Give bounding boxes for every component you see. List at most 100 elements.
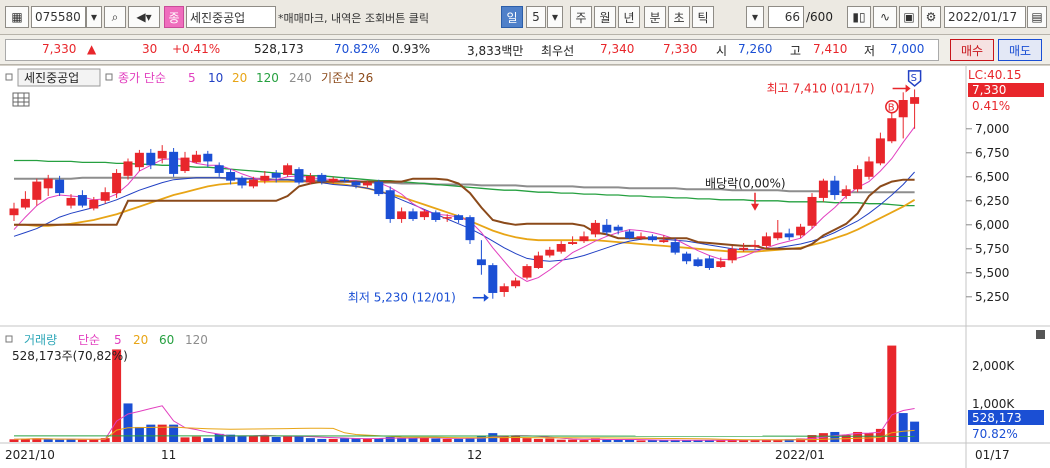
time-label-current: 01/17	[975, 448, 1010, 462]
stock-type-badge: 종	[164, 6, 184, 28]
volume-ratio: 70.82%	[334, 42, 380, 56]
toolbar-note: *매매마크, 내역은 조회버튼 클릭	[278, 12, 430, 25]
candle-down	[146, 152, 156, 166]
volume-bar	[636, 440, 646, 442]
interval-dropdown-icon[interactable]: ▾	[746, 6, 764, 28]
volume-bar	[613, 439, 623, 442]
period-day-button[interactable]: 일	[501, 6, 523, 28]
volume-bar	[362, 438, 372, 442]
volume-pane-close-icon[interactable]	[1036, 330, 1045, 339]
sell-marker-label: S	[911, 73, 917, 84]
table-view-icon[interactable]	[12, 92, 30, 107]
grid-menu-icon[interactable]: ▦	[5, 6, 29, 28]
candle-up	[419, 211, 429, 218]
change-arrow-icon: ▲	[87, 42, 97, 56]
sound-icon[interactable]: ◀▾	[128, 6, 160, 28]
period-dropdown-icon[interactable]: ▾	[547, 6, 563, 28]
buy-button[interactable]: 매수	[950, 39, 994, 61]
period-year-button[interactable]: 년	[618, 6, 640, 28]
period-count-field[interactable]: 5	[526, 6, 546, 28]
calendar-icon[interactable]: ▤	[1027, 6, 1047, 28]
candle-up	[636, 236, 646, 239]
volume-bar	[294, 435, 304, 442]
volume-bar	[408, 438, 418, 442]
candle-down	[226, 172, 236, 181]
candle-down	[625, 231, 635, 239]
candle-up	[887, 118, 897, 142]
candle-down	[340, 179, 350, 182]
candle-down	[431, 212, 441, 220]
volume-bar	[454, 438, 464, 442]
best-ask: 7,340	[600, 42, 635, 56]
legend-ma20: 20	[232, 71, 247, 85]
price-volume-chart[interactable]: 7,000 6,750 6,500 6,250 6,000 5,750 5,500 5,250…	[0, 66, 1050, 468]
volume-legend-label: 거래량	[24, 333, 57, 347]
candle-down	[476, 259, 486, 266]
y-tick-label: 6,000	[975, 218, 1009, 232]
candle-down	[613, 226, 623, 231]
volume-bar	[898, 413, 908, 442]
period-second-button[interactable]: 초	[668, 6, 690, 28]
candle-down	[784, 233, 794, 238]
candle-down	[271, 172, 281, 178]
volume-bar	[875, 428, 885, 442]
search-icon[interactable]: ⌕	[104, 6, 126, 28]
trade-value: 3,833백만	[467, 44, 524, 58]
candle-up	[750, 244, 760, 247]
volume-bar	[248, 435, 258, 442]
candle-up	[522, 266, 532, 278]
candle-down	[385, 190, 395, 220]
candle-down	[670, 242, 680, 253]
change-amount: 30	[142, 42, 158, 56]
y-tick-label: 6,750	[975, 146, 1009, 160]
volume-tick-2000k: 2,000K	[972, 359, 1015, 373]
lc-label: LC:40.15	[968, 68, 1021, 82]
save-icon[interactable]: ▣	[899, 6, 919, 28]
y-tick-label: 5,250	[975, 290, 1009, 304]
candle-up	[157, 150, 167, 159]
candle-up	[579, 236, 589, 242]
price-tag: 7,330	[972, 83, 1006, 97]
legend-ma120: 120	[256, 71, 279, 85]
time-label-dec: 12	[467, 448, 482, 462]
display-count-input[interactable]: 66	[768, 6, 804, 28]
high-label: 고	[790, 44, 802, 58]
volume-bar	[910, 421, 920, 442]
stock-name-field[interactable]: 세진중공업	[186, 6, 276, 28]
candle-up	[853, 169, 863, 190]
time-label-jan: 2022/01	[775, 448, 825, 462]
candle-up	[898, 100, 908, 118]
stock-code-input[interactable]: 075580	[31, 6, 86, 28]
volume-bar	[203, 438, 213, 442]
volume-bar	[442, 438, 452, 442]
date-field[interactable]: 2022/01/17	[944, 6, 1026, 28]
change-percent: +0.41%	[172, 42, 221, 56]
candle-up	[362, 182, 372, 186]
gear-icon[interactable]: ⚙	[921, 6, 941, 28]
legend-ma10: 10	[208, 71, 223, 85]
period-month-button[interactable]: 월	[594, 6, 616, 28]
sell-button[interactable]: 매도	[998, 39, 1042, 61]
candle-up	[807, 196, 817, 226]
buy-marker-label: B	[888, 103, 895, 114]
candle-down	[317, 174, 327, 182]
candle-down	[647, 236, 657, 241]
volume-bar	[237, 436, 247, 442]
line-style-icon[interactable]: ∿	[873, 6, 897, 28]
chart-area[interactable]: 7,000 6,750 6,500 6,250 6,000 5,750 5,500 5,250…	[0, 66, 1050, 468]
candle-up	[864, 161, 874, 177]
volume-bar	[545, 438, 555, 442]
legend-close-label: 종가 단순	[118, 71, 166, 85]
code-dropdown-icon[interactable]: ▾	[86, 6, 102, 28]
period-tick-button[interactable]: 틱	[692, 6, 714, 28]
volume-legend-ma120: 120	[185, 333, 208, 347]
candle-down	[602, 224, 612, 233]
period-week-button[interactable]: 주	[570, 6, 592, 28]
candle-up	[100, 192, 110, 201]
volume-bar	[887, 345, 897, 442]
candle-up	[841, 189, 851, 196]
period-minute-button[interactable]: 분	[644, 6, 666, 28]
candle-style-icon[interactable]: ▮▯	[847, 6, 871, 28]
candle-up	[659, 240, 669, 243]
candle-down	[374, 181, 384, 195]
